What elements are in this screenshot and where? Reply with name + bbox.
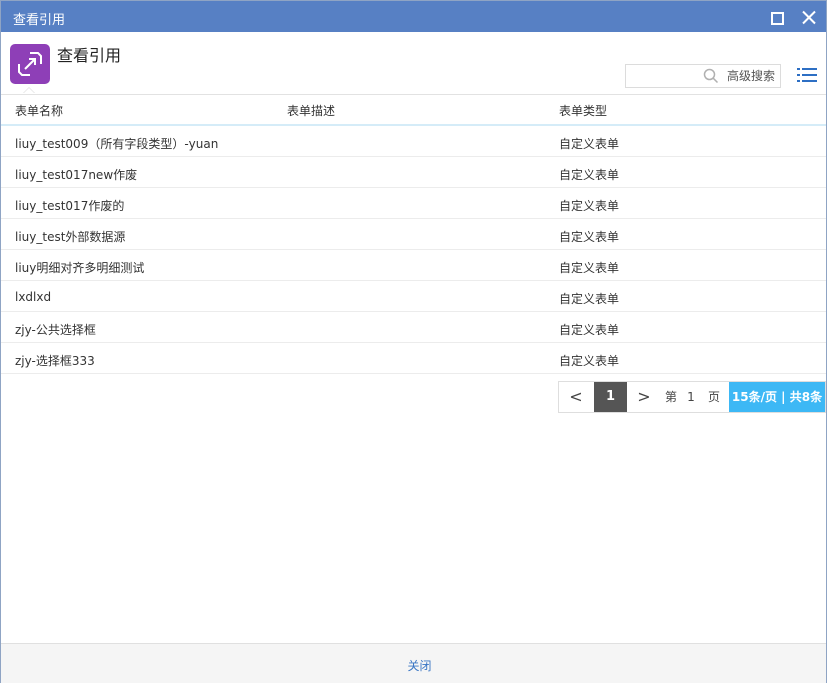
form-type-cell: 自定义表单 — [559, 261, 620, 275]
column-header-name[interactable]: 表单名称 — [15, 102, 63, 119]
advanced-search-button[interactable]: 高级搜索 — [722, 64, 781, 88]
table-row[interactable]: lxdlxd 自定义表单 — [1, 281, 826, 312]
form-type-cell: 自定义表单 — [559, 168, 620, 182]
prev-page-button[interactable]: < — [559, 382, 593, 412]
form-name-cell: zjy-选择框333 — [15, 354, 95, 368]
next-page-button[interactable]: > — [627, 382, 661, 412]
form-name-cell: liuy_test009（所有字段类型）-yuan — [15, 137, 219, 151]
close-button[interactable]: 关闭 — [1, 657, 827, 674]
page-number-input[interactable]: 1 — [681, 382, 701, 412]
list-view-icon[interactable] — [797, 67, 817, 83]
search-box[interactable] — [625, 64, 723, 88]
form-name-cell: liuy_test017new作废 — [15, 168, 138, 182]
titlebar: 查看引用 — [1, 1, 826, 32]
page-title: 查看引用 — [57, 46, 122, 65]
table-row[interactable]: liuy_test017作废的 自定义表单 — [1, 188, 826, 219]
current-page-button[interactable]: 1 — [594, 382, 627, 412]
form-type-cell: 自定义表单 — [559, 230, 620, 244]
form-name-cell: lxdlxd — [15, 290, 52, 304]
dialog-footer: 关闭 — [1, 643, 826, 683]
search-icon[interactable] — [703, 68, 719, 84]
page-prefix-label: 第 — [664, 390, 677, 404]
form-type-cell: 自定义表单 — [559, 199, 620, 213]
table-row[interactable]: liuy_test009（所有字段类型）-yuan 自定义表单 — [1, 126, 826, 157]
form-type-cell: 自定义表单 — [559, 137, 620, 151]
form-name-cell: liuy_test017作废的 — [15, 199, 125, 213]
close-icon[interactable] — [801, 9, 818, 26]
column-header-type[interactable]: 表单类型 — [559, 102, 607, 119]
form-name-cell: liuy_test外部数据源 — [15, 230, 126, 244]
form-name-cell: zjy-公共选择框 — [15, 323, 96, 337]
table-row[interactable]: zjy-选择框333 自定义表单 — [1, 343, 826, 374]
table-row[interactable]: liuy_test外部数据源 自定义表单 — [1, 219, 826, 250]
page-header: 查看引用 高级搜索 — [1, 32, 826, 95]
table-row[interactable]: zjy-公共选择框 自定义表单 — [1, 312, 826, 343]
header-caret — [23, 87, 35, 93]
form-name-cell: liuy明细对齐多明细测试 — [15, 261, 145, 275]
column-header-description[interactable]: 表单描述 — [287, 102, 335, 119]
pagination: < 1 > 第 1 页 15条/页 | 共8条 — [558, 381, 826, 413]
page-size-info[interactable]: 15条/页 | 共8条 — [729, 382, 825, 412]
window-title: 查看引用 — [13, 13, 66, 28]
swap-arrows-icon — [10, 44, 50, 84]
form-type-cell: 自定义表单 — [559, 354, 620, 368]
form-type-cell: 自定义表单 — [559, 292, 620, 306]
table-row[interactable]: liuy_test017new作废 自定义表单 — [1, 157, 826, 188]
table-row[interactable]: liuy明细对齐多明细测试 自定义表单 — [1, 250, 826, 281]
search-input[interactable] — [626, 65, 704, 85]
maximize-icon[interactable] — [771, 12, 784, 25]
page-suffix-label: 页 — [707, 390, 720, 404]
table-header: 表单名称 表单描述 表单类型 — [1, 95, 826, 126]
form-type-cell: 自定义表单 — [559, 323, 620, 337]
dialog: 查看引用 查看引用 高级搜索 表单名称 表单描述 表单类型 liuy_test0… — [0, 0, 827, 683]
